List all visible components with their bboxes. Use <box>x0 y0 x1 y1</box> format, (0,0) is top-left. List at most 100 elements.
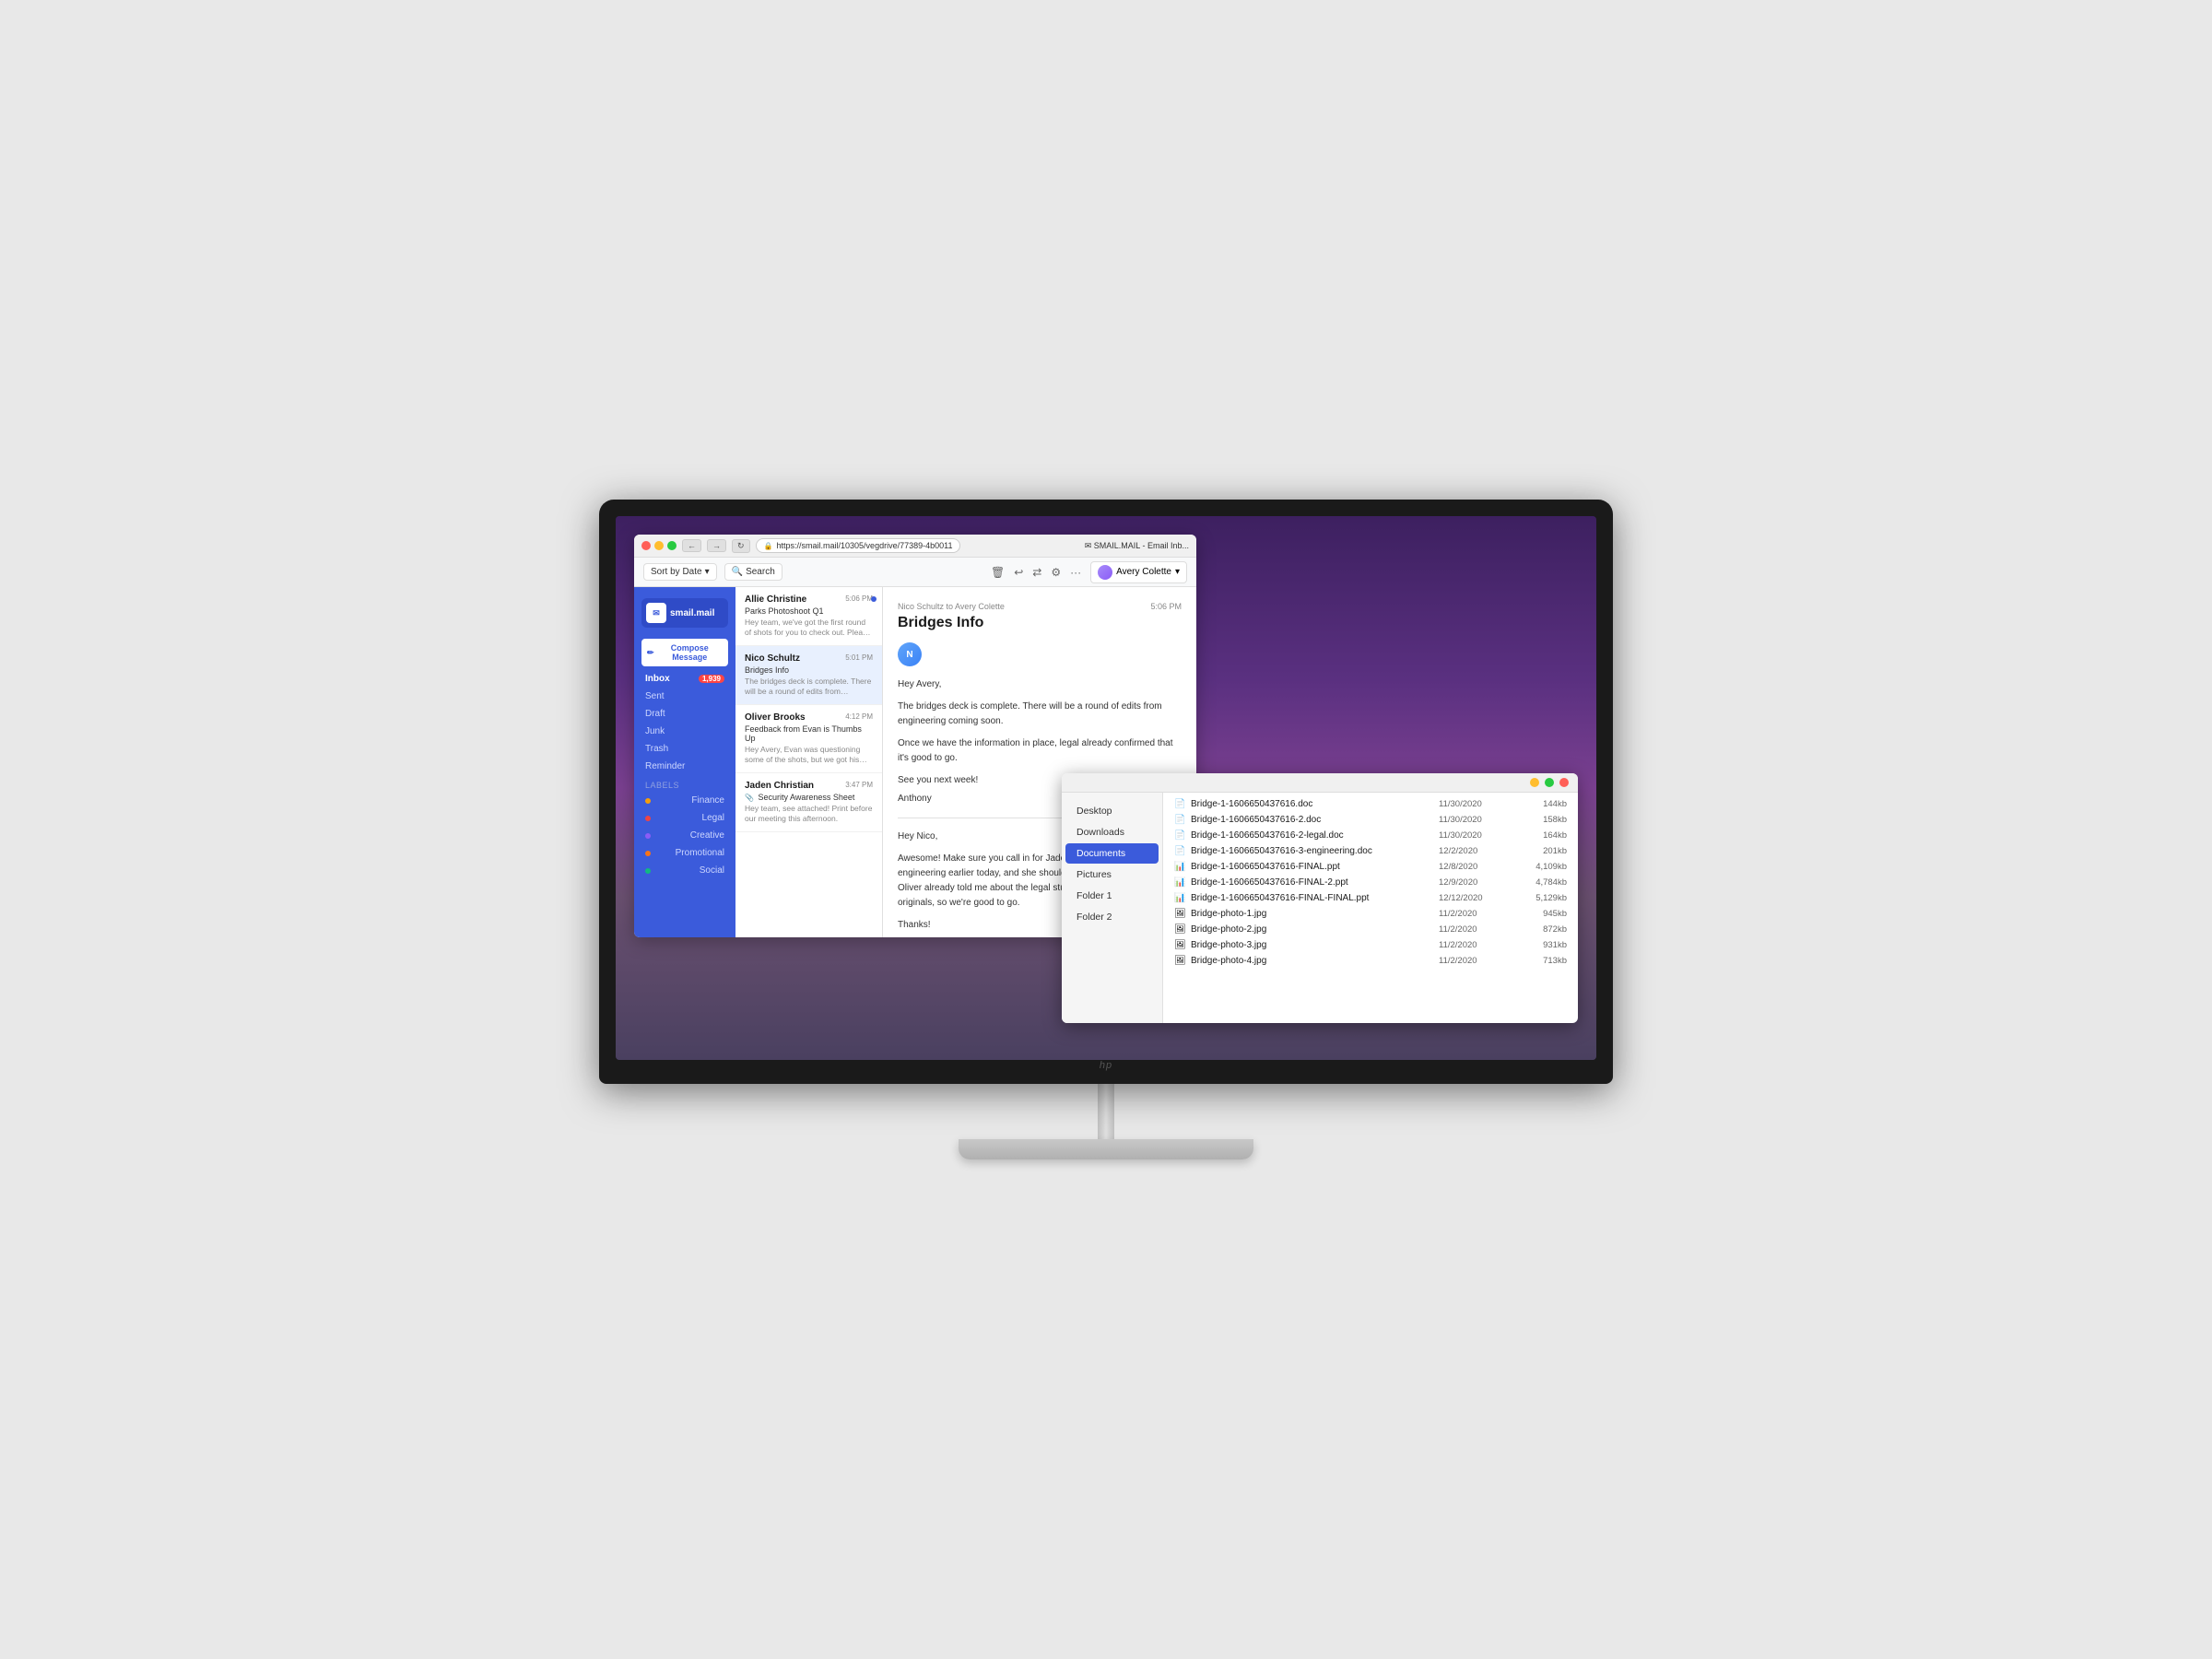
file-name-3: Bridge-1-1606650437616-3-engineering.doc <box>1191 846 1435 856</box>
email-item-3[interactable]: Jaden Christian 3:47 PM 📎 Security Aware… <box>735 773 882 832</box>
email-sender-2: Oliver Brooks <box>745 712 806 723</box>
toolbar-action-icons: 🗑 ↩ ⇄ ⚙ ··· <box>989 564 1083 581</box>
browser-tab[interactable]: ✉ SMAIL.MAIL - Email Inb... <box>1085 541 1189 551</box>
file-row-0[interactable]: 📄 Bridge-1-1606650437616.doc 11/30/2020 … <box>1163 796 1578 812</box>
secure-icon: 🔒 <box>764 542 773 550</box>
file-name-2: Bridge-1-1606650437616-2-legal.doc <box>1191 830 1435 841</box>
file-type-icon-10: 🖼 <box>1174 956 1187 966</box>
from-text: Nico Schultz to Avery Colette <box>898 602 1005 611</box>
file-name-10: Bridge-photo-4.jpg <box>1191 956 1435 966</box>
sidebar-item-inbox[interactable]: Inbox 1,939 <box>634 670 735 688</box>
sidebar-label-creative[interactable]: Creative <box>634 827 735 844</box>
user-avatar <box>1098 565 1112 580</box>
finance-label: Finance <box>691 795 724 806</box>
compose-button[interactable]: ✏ Compose Message <box>641 639 728 666</box>
file-nav-downloads[interactable]: Downloads <box>1065 822 1159 842</box>
file-close-button[interactable] <box>1559 778 1569 787</box>
email-time-2: 4:12 PM <box>845 712 873 721</box>
file-name-9: Bridge-photo-3.jpg <box>1191 940 1435 950</box>
delete-icon[interactable]: 🗑 <box>989 564 1006 581</box>
file-nav-desktop[interactable]: Desktop <box>1065 801 1159 821</box>
file-size-3: 201kb <box>1516 846 1567 856</box>
minimize-button[interactable] <box>654 541 664 550</box>
file-date-4: 12/8/2020 <box>1439 862 1512 872</box>
file-size-10: 713kb <box>1516 956 1567 966</box>
toolbar-left: Sort by Date ▾ 🔍 Search <box>643 563 782 581</box>
labels-section-header: Labels <box>634 775 735 792</box>
compose-label: Compose Message <box>657 643 723 662</box>
sidebar-item-sent[interactable]: Sent <box>634 688 735 705</box>
sidebar-label-social[interactable]: Social <box>634 862 735 879</box>
refresh-button[interactable]: ↻ <box>732 539 750 553</box>
file-nav-pictures[interactable]: Pictures <box>1065 865 1159 885</box>
body-para-1: Hey Avery, <box>898 677 1182 692</box>
file-date-7: 11/2/2020 <box>1439 909 1512 919</box>
email-sender-1: Nico Schultz <box>745 653 800 664</box>
email-subject-0: Parks Photoshoot Q1 <box>745 606 873 616</box>
file-body: Desktop Downloads Documents Pictures Fol… <box>1062 793 1578 1023</box>
file-name-0: Bridge-1-1606650437616.doc <box>1191 799 1435 809</box>
social-dot <box>645 868 651 874</box>
email-header-2: Oliver Brooks 4:12 PM <box>745 712 873 723</box>
file-type-icon-2: 📄 <box>1174 830 1187 841</box>
sidebar-item-junk[interactable]: Junk <box>634 723 735 740</box>
sidebar-item-reminder[interactable]: Reminder <box>634 758 735 775</box>
email-time-1: 5:01 PM <box>845 653 873 662</box>
monitor-base <box>959 1139 1253 1159</box>
file-size-6: 5,129kb <box>1516 893 1567 903</box>
file-row-7[interactable]: 🖼 Bridge-photo-1.jpg 11/2/2020 945kb <box>1163 906 1578 922</box>
search-label: Search <box>746 567 775 577</box>
window-controls <box>641 541 677 550</box>
file-nav-documents[interactable]: Documents <box>1065 843 1159 864</box>
email-item-1[interactable]: Nico Schultz 5:01 PM Bridges Info The br… <box>735 646 882 705</box>
app-logo: ✉ smail.mail <box>641 598 728 628</box>
file-type-icon-5: 📊 <box>1174 877 1187 888</box>
sidebar-item-draft[interactable]: Draft <box>634 705 735 723</box>
file-row-3[interactable]: 📄 Bridge-1-1606650437616-3-engineering.d… <box>1163 843 1578 859</box>
email-item-2[interactable]: Oliver Brooks 4:12 PM Feedback from Evan… <box>735 705 882 773</box>
sidebar-item-trash[interactable]: Trash <box>634 740 735 758</box>
monitor-screen: ← → ↻ 🔒 https://smail.mail/10305/vegdriv… <box>616 516 1596 1060</box>
file-row-8[interactable]: 🖼 Bridge-photo-2.jpg 11/2/2020 872kb <box>1163 922 1578 937</box>
file-row-4[interactable]: 📊 Bridge-1-1606650437616-FINAL.ppt 12/8/… <box>1163 859 1578 875</box>
file-nav-folder1[interactable]: Folder 1 <box>1065 886 1159 906</box>
file-row-1[interactable]: 📄 Bridge-1-1606650437616-2.doc 11/30/202… <box>1163 812 1578 828</box>
sidebar-label-finance[interactable]: Finance <box>634 792 735 809</box>
monitor-chin: hp <box>616 1060 1596 1071</box>
user-profile-badge[interactable]: Avery Colette ▾ <box>1090 561 1187 583</box>
back-button[interactable]: ← <box>682 539 701 552</box>
file-row-5[interactable]: 📊 Bridge-1-1606650437616-FINAL-2.ppt 12/… <box>1163 875 1578 890</box>
file-name-7: Bridge-photo-1.jpg <box>1191 909 1435 919</box>
file-row-2[interactable]: 📄 Bridge-1-1606650437616-2-legal.doc 11/… <box>1163 828 1578 843</box>
maximize-button[interactable] <box>667 541 677 550</box>
sidebar-label-promotional[interactable]: Promotional <box>634 844 735 862</box>
body-para-2: The bridges deck is complete. There will… <box>898 700 1182 729</box>
sort-by-date-button[interactable]: Sort by Date ▾ <box>643 563 717 581</box>
file-nav-folder2[interactable]: Folder 2 <box>1065 907 1159 927</box>
file-name-6: Bridge-1-1606650437616-FINAL-FINAL.ppt <box>1191 893 1435 903</box>
file-row-9[interactable]: 🖼 Bridge-photo-3.jpg 11/2/2020 931kb <box>1163 937 1578 953</box>
file-minimize-button[interactable] <box>1530 778 1539 787</box>
undo-icon[interactable]: ↩ <box>1012 564 1025 581</box>
file-date-9: 11/2/2020 <box>1439 940 1512 950</box>
file-size-5: 4,784kb <box>1516 877 1567 888</box>
forward-button[interactable]: → <box>707 539 726 552</box>
reading-pane-header: Nico Schultz to Avery Colette 5:06 PM Br… <box>898 602 1182 631</box>
promotional-dot <box>645 851 651 856</box>
compose-icon: ✏ <box>647 648 654 658</box>
file-row-10[interactable]: 🖼 Bridge-photo-4.jpg 11/2/2020 713kb <box>1163 953 1578 969</box>
sidebar-label-legal[interactable]: Legal <box>634 809 735 827</box>
settings-icon[interactable]: ⚙ <box>1049 564 1063 581</box>
file-maximize-button[interactable] <box>1545 778 1554 787</box>
user-chevron-icon: ▾ <box>1175 567 1180 577</box>
user-name: Avery Colette <box>1116 567 1171 577</box>
creative-dot <box>645 833 651 839</box>
file-row-6[interactable]: 📊 Bridge-1-1606650437616-FINAL-FINAL.ppt… <box>1163 890 1578 906</box>
more-icon[interactable]: ··· <box>1068 564 1083 581</box>
hp-logo: hp <box>1100 1060 1112 1071</box>
redo-icon[interactable]: ⇄ <box>1030 564 1043 581</box>
url-bar[interactable]: 🔒 https://smail.mail/10305/vegdrive/7738… <box>756 538 961 553</box>
search-button[interactable]: 🔍 Search <box>724 563 782 581</box>
email-item-0[interactable]: Allie Christine 5:06 PM Parks Photoshoot… <box>735 587 882 646</box>
close-button[interactable] <box>641 541 651 550</box>
